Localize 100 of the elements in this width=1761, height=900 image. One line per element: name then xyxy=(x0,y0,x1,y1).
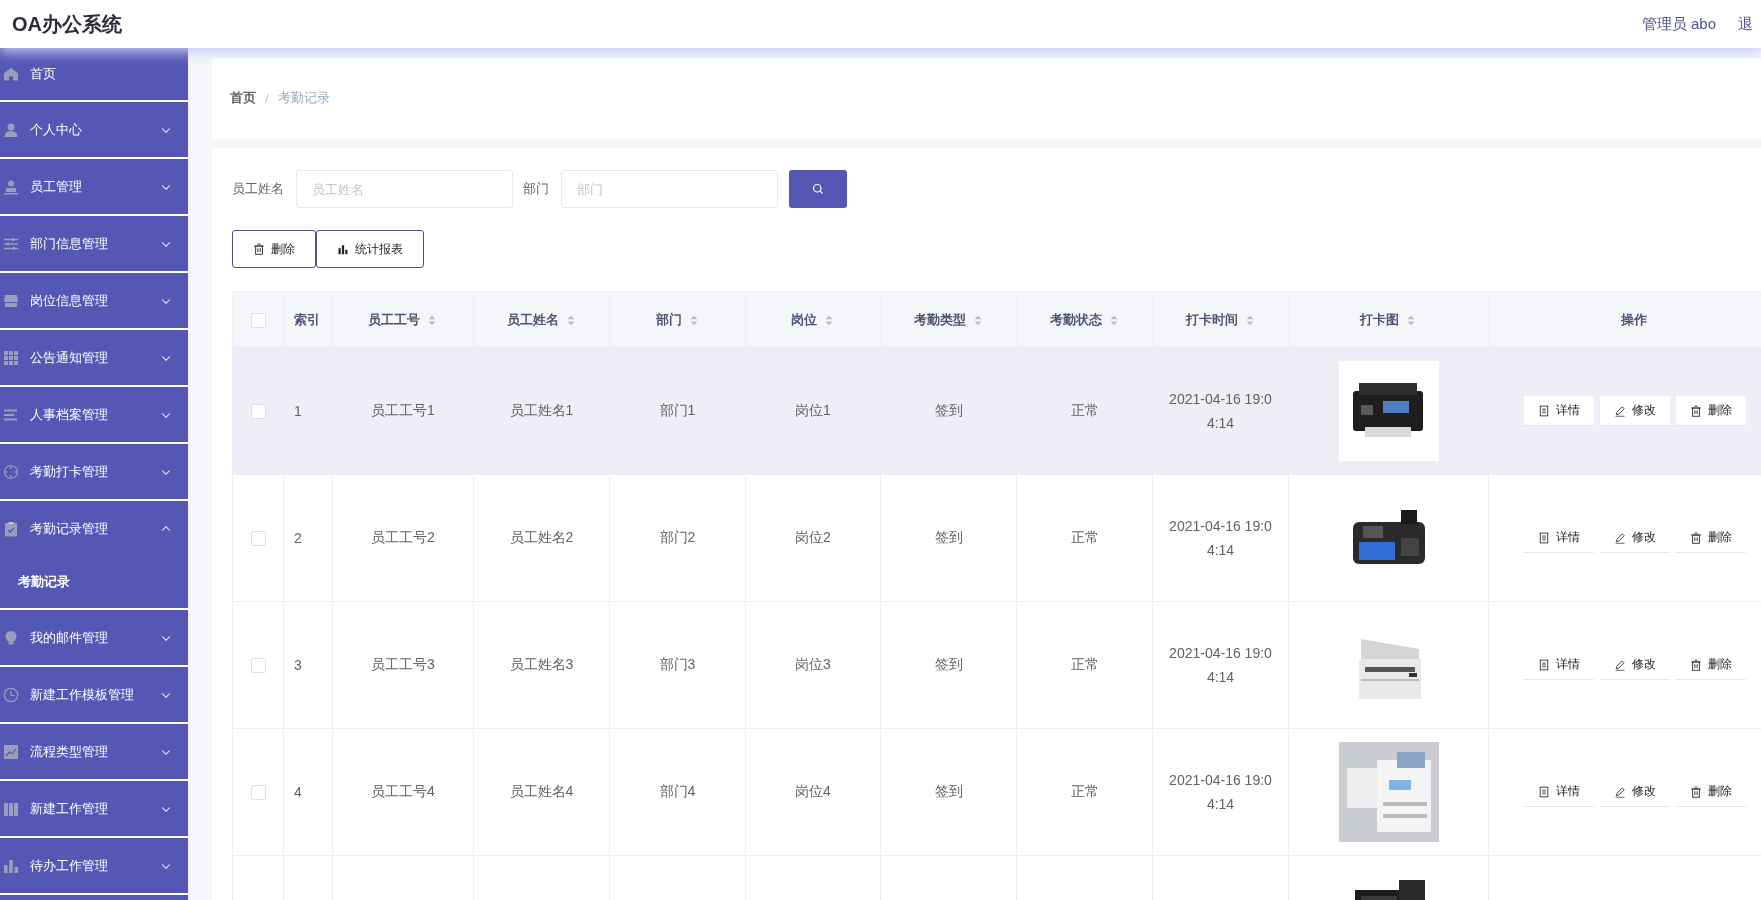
input-field[interactable]: 员工姓名 xyxy=(296,170,513,208)
checkbox[interactable] xyxy=(250,658,266,674)
chart-icon xyxy=(3,743,19,760)
table-cell: 部门2 xyxy=(659,529,696,547)
column-header[interactable]: 员工工号 xyxy=(368,310,438,329)
delete-button[interactable]: 删除 xyxy=(232,230,316,268)
pencil-icon xyxy=(1614,531,1626,544)
person-icon xyxy=(3,121,19,138)
search-button[interactable] xyxy=(789,170,847,208)
table-cell: 正常 xyxy=(1070,783,1099,801)
breadcrumb-link[interactable]: 首页 xyxy=(230,89,256,107)
table-cell: 4 xyxy=(294,784,302,800)
table-cell: 岗位4 xyxy=(795,783,831,801)
table-cell: 正常 xyxy=(1070,656,1099,674)
menu-item[interactable]: 人事档案管理 xyxy=(0,387,188,442)
person-icon xyxy=(3,178,19,195)
pencil-icon xyxy=(1614,785,1626,798)
table-cell-text: 2021-04-16 19:04:14 xyxy=(1168,644,1273,687)
trash-icon xyxy=(1690,531,1702,544)
trash-icon xyxy=(1690,404,1702,417)
table-row[interactable]: 2 员工工号2 员工姓名2 部门2 岗位2 签到 正常 2021-04-16 19:04:14 详情 修改 删除 xyxy=(232,474,1761,602)
trash-icon xyxy=(253,243,265,255)
menu-item[interactable]: 个人中心 xyxy=(0,102,188,157)
column-header[interactable]: 打卡时间 xyxy=(1185,310,1256,329)
document-icon xyxy=(1538,658,1550,671)
table-cell: 签到 xyxy=(934,402,963,420)
table-row[interactable]: 1 员工工号1 员工姓名1 部门1 岗位1 签到 正常 2021-04-16 19:04:14 详情 修改 删除 xyxy=(232,347,1761,475)
table-cell: 员工姓名2 xyxy=(509,529,574,547)
menu-item[interactable]: 新建工作模板管理 xyxy=(0,667,188,722)
table-cell: 1 xyxy=(294,403,302,419)
table-cell: 3 xyxy=(294,657,302,673)
table-cell: 部门1 xyxy=(659,402,696,420)
delete-button[interactable]: 删除 xyxy=(1676,396,1746,426)
field-label: 部门 xyxy=(523,180,549,198)
menu-item[interactable]: 考勤记录管理 xyxy=(0,501,188,556)
sliders-icon xyxy=(3,235,19,252)
table-cell: 员工工号2 xyxy=(371,529,435,547)
pencil-icon xyxy=(1614,404,1626,417)
grid-icon xyxy=(3,349,19,366)
table-cell: 部门4 xyxy=(659,783,696,801)
table-row[interactable]: 3 员工工号3 员工姓名3 部门3 岗位3 签到 正常 2021-04-16 19:04:14 详情 修改 删除 xyxy=(232,601,1761,729)
menu-item[interactable]: 公告通知管理 xyxy=(0,330,188,385)
table-cell: 员工工号1 xyxy=(371,402,435,420)
table-cell: 岗位2 xyxy=(795,529,831,547)
table-cell: 员工工号4 xyxy=(371,783,435,801)
pencil-icon xyxy=(1614,658,1626,671)
checkbox[interactable] xyxy=(250,404,266,420)
column-header[interactable]: 员工姓名 xyxy=(506,310,577,329)
table-cell: 员工工号3 xyxy=(371,656,435,674)
clock-icon xyxy=(3,686,19,703)
menu-item[interactable]: 员工管理 xyxy=(0,159,188,214)
home-icon xyxy=(3,66,19,82)
document-icon xyxy=(1538,531,1550,544)
menu-item[interactable]: 待办工作管理 xyxy=(0,838,188,893)
report-button[interactable]: 统计报表 xyxy=(316,230,424,268)
table-cell: 员工姓名3 xyxy=(509,656,574,674)
table-cell: 员工姓名1 xyxy=(509,402,574,420)
book-icon xyxy=(3,800,19,817)
trash-icon xyxy=(1690,785,1702,798)
checkbox[interactable] xyxy=(250,785,266,801)
menu-item[interactable]: 首页 xyxy=(0,48,188,100)
table-cell: 部门3 xyxy=(659,656,696,674)
menu-item[interactable]: 新建工作管理 xyxy=(0,781,188,836)
menu-item[interactable]: 考勤打卡管理 xyxy=(0,444,188,499)
user-link[interactable]: 管理员 abo xyxy=(1641,14,1716,34)
menu-item[interactable]: 流程类型管理 xyxy=(0,724,188,779)
app-title: OA办公系统 xyxy=(12,11,122,37)
submenu-item[interactable]: 考勤记录 xyxy=(0,556,188,608)
details-button[interactable]: 详情 xyxy=(1524,396,1594,426)
bar-chart-icon xyxy=(3,857,19,874)
table-cell-text: 2021-04-16 19:04:14 xyxy=(1168,771,1273,814)
logout-link[interactable]: 退 xyxy=(1738,14,1753,34)
clipboard-icon xyxy=(3,520,19,537)
edit-button[interactable]: 修改 xyxy=(1600,396,1670,426)
column-header[interactable]: 部门 xyxy=(655,310,700,329)
column-header[interactable]: 岗位 xyxy=(791,310,835,329)
menu-item[interactable]: 部门信息管理 xyxy=(0,216,188,271)
crosshair-icon xyxy=(3,463,19,480)
trash-icon xyxy=(1690,658,1702,671)
column-header[interactable]: 打卡图 xyxy=(1360,310,1417,329)
checkbox[interactable] xyxy=(250,531,266,547)
bulb-icon xyxy=(3,629,19,646)
column-header: 操作 xyxy=(1620,310,1647,329)
document-icon xyxy=(1538,404,1550,417)
menu-item[interactable]: 我的邮件管理 xyxy=(0,610,188,665)
search-icon xyxy=(812,183,824,195)
table-cell-text: 2021-04-16 19:04:14 xyxy=(1168,390,1273,433)
menu-item[interactable]: 岗位信息管理 xyxy=(0,273,188,328)
sort-icon xyxy=(426,313,438,326)
table-cell: 2 xyxy=(294,530,302,546)
table-cell: 岗位1 xyxy=(795,402,831,420)
document-icon xyxy=(1538,785,1550,798)
column-header[interactable]: 考勤状态 xyxy=(1049,310,1120,329)
store-icon xyxy=(3,292,19,309)
checkbox[interactable] xyxy=(250,312,266,328)
sort-icon xyxy=(1405,313,1417,326)
table-row[interactable]: 4 员工工号4 员工姓名4 部门4 岗位4 签到 正常 2021-04-16 19:04:14 详情 修改 删除 xyxy=(232,728,1761,856)
table-cell: 正常 xyxy=(1070,529,1099,547)
column-header[interactable]: 考勤类型 xyxy=(913,310,984,329)
column-header: 索引 xyxy=(294,310,320,329)
